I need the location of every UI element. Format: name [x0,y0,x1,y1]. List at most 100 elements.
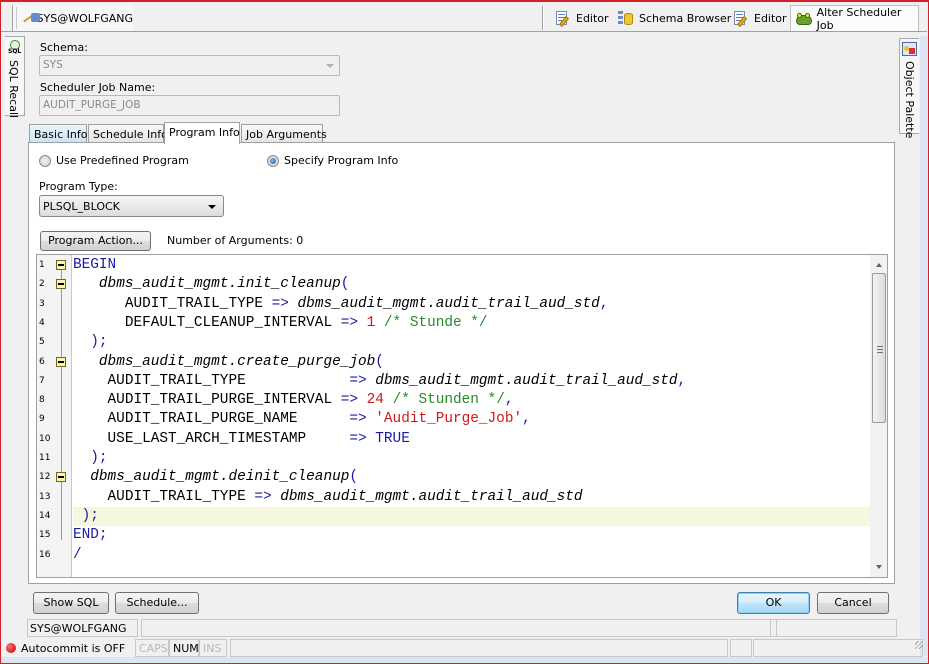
tab-program-info[interactable]: Program Info [164,122,240,144]
window-tab-schema-browser[interactable]: Schema Browser [614,5,735,31]
line-number: 7 [39,375,45,386]
current-line-highlight [73,506,871,527]
tab-basic-info[interactable]: Basic Info [29,124,87,143]
program-type-select[interactable]: PLSQL_BLOCK [39,195,224,217]
line-number: 1 [39,260,45,270]
code-line: ); [90,450,108,466]
autocommit-status[interactable]: Autocommit is OFF [2,639,132,657]
code-line: DEFAULT_CLEANUP_INTERVAL => 1 /* Stunde … [73,314,488,331]
status-panel-empty [770,619,897,637]
program-type-value: PLSQL_BLOCK [43,200,120,213]
line-number: 8 [39,395,45,406]
ins-indicator: INS [199,639,227,657]
line-number: 3 [39,298,45,309]
schema-value: SYS [43,59,63,71]
sql-recall-label: SQL Recall [7,60,20,119]
program-action-button[interactable]: Program Action... [40,231,151,251]
toolbar-separator [542,6,544,30]
show-sql-button[interactable]: Show SQL [33,592,109,614]
vertical-scrollbar[interactable] [870,255,887,577]
resize-grip-icon[interactable] [915,641,923,649]
window-border-strip [1,657,928,663]
code-line: dbms_audit_mgmt.init_cleanup( [98,276,350,293]
code-line: AUDIT_TRAIL_PURGE_NAME => 'Audit_Purge_J… [73,411,531,428]
fold-collapse-icon[interactable] [56,260,66,270]
grip-icon [877,346,883,355]
line-number: 12 [39,472,51,483]
line-number: 9 [39,414,45,425]
tab-label: Program Info [169,126,240,139]
radio-label: Specify Program Info [284,154,399,167]
connection-tab[interactable]: SYS@WOLFGANG [12,5,133,31]
code-line: END; [73,527,108,544]
chevron-down-icon [208,205,216,209]
line-number: 10 [39,433,51,444]
connection-tab-label: SYS@WOLFGANG [36,11,133,25]
tab-job-arguments[interactable]: Job Arguments [241,124,327,143]
editor-icon [733,10,749,27]
fold-collapse-icon[interactable] [56,279,66,290]
schema-label: Schema: [40,41,88,54]
tab-label: Job Arguments [246,128,327,141]
tab-schedule-info[interactable]: Schedule Info [88,124,168,143]
caps-indicator: CAPS [135,639,169,657]
code-line: / [73,546,82,563]
line-number: 6 [39,356,45,367]
toad-icon [795,12,812,26]
status-message [230,639,728,657]
object-palette-panel-tab[interactable]: Object Palette [899,38,919,138]
schedule-button[interactable]: Schedule... [115,592,199,614]
sql-recall-icon: SQL [7,40,23,56]
window-tab-editor-2[interactable]: Editor [729,5,791,31]
window-border-strip [920,36,928,656]
code-line: USE_LAST_ARCH_TIMESTAMP => TRUE [73,430,410,447]
code-line: AUDIT_TRAIL_TYPE => dbms_audit_mgmt.audi… [73,372,687,389]
fold-collapse-icon[interactable] [56,356,66,367]
scroll-up-arrow-icon[interactable] [876,263,882,267]
connection-plug-icon [23,12,40,24]
code-line: dbms_audit_mgmt.deinit_cleanup( [90,469,358,486]
schema-browser-icon [618,10,634,26]
line-number: 16 [39,549,51,560]
scroll-down-arrow-icon[interactable] [876,565,882,569]
connection-status-bar: SYS@WOLFGANG [27,619,897,637]
number-of-arguments-text: Number of Arguments: 0 [167,234,304,247]
code-line: AUDIT_TRAIL_TYPE => dbms_audit_mgmt.audi… [73,295,609,312]
window-tab-editor-1[interactable]: Editor [551,5,613,31]
object-palette-icon [902,42,917,56]
line-number: 14 [39,510,51,521]
main-status-bar: Autocommit is OFF CAPS NUM INS [2,638,927,657]
radio-use-predefined-program[interactable]: Use Predefined Program [39,154,189,167]
ok-button[interactable]: OK [737,592,810,614]
code-line: AUDIT_TRAIL_PURGE_INTERVAL => 24 /* Stun… [73,392,514,409]
chevron-down-icon [326,64,334,68]
sql-recall-panel-tab[interactable]: SQL SQL Recall [5,36,25,119]
status-panel-empty [730,639,752,657]
cancel-button[interactable]: Cancel [817,592,889,614]
code-editor[interactable]: 1 BEGIN 2 dbms_audit_mgmt.init_cleanup(3 A… [36,254,888,578]
object-palette-label: Object Palette [903,61,916,139]
program-type-label: Program Type: [39,180,118,193]
fold-guide-line [61,289,62,348]
schema-select[interactable]: SYS [39,55,340,76]
tab-label: Schedule Info [93,128,168,141]
line-number: 13 [39,491,51,502]
line-number: 4 [39,317,45,328]
job-name-field[interactable]: AUDIT_PURGE_JOB [39,95,340,116]
radio-specify-program-info[interactable]: Specify Program Info [267,154,398,167]
code-line: dbms_audit_mgmt.create_purge_job( [98,353,384,370]
autocommit-off-icon [6,643,16,653]
status-panel-empty [141,619,777,637]
window-tab-label: Schema Browser [639,11,732,25]
status-connection: SYS@WOLFGANG [27,619,138,637]
fold-collapse-icon[interactable] [56,472,66,483]
line-number: 15 [39,530,51,541]
window-tab-label: Editor [754,11,787,25]
radio-button-icon [39,154,51,167]
window-tab-alter-scheduler-job[interactable]: Alter Scheduler Job [790,5,919,32]
fold-guide-line [61,482,62,521]
radio-label: Use Predefined Program [56,154,189,167]
line-number: 2 [39,279,45,290]
fold-guide-line [61,366,62,463]
scrollbar-thumb[interactable] [872,273,886,423]
